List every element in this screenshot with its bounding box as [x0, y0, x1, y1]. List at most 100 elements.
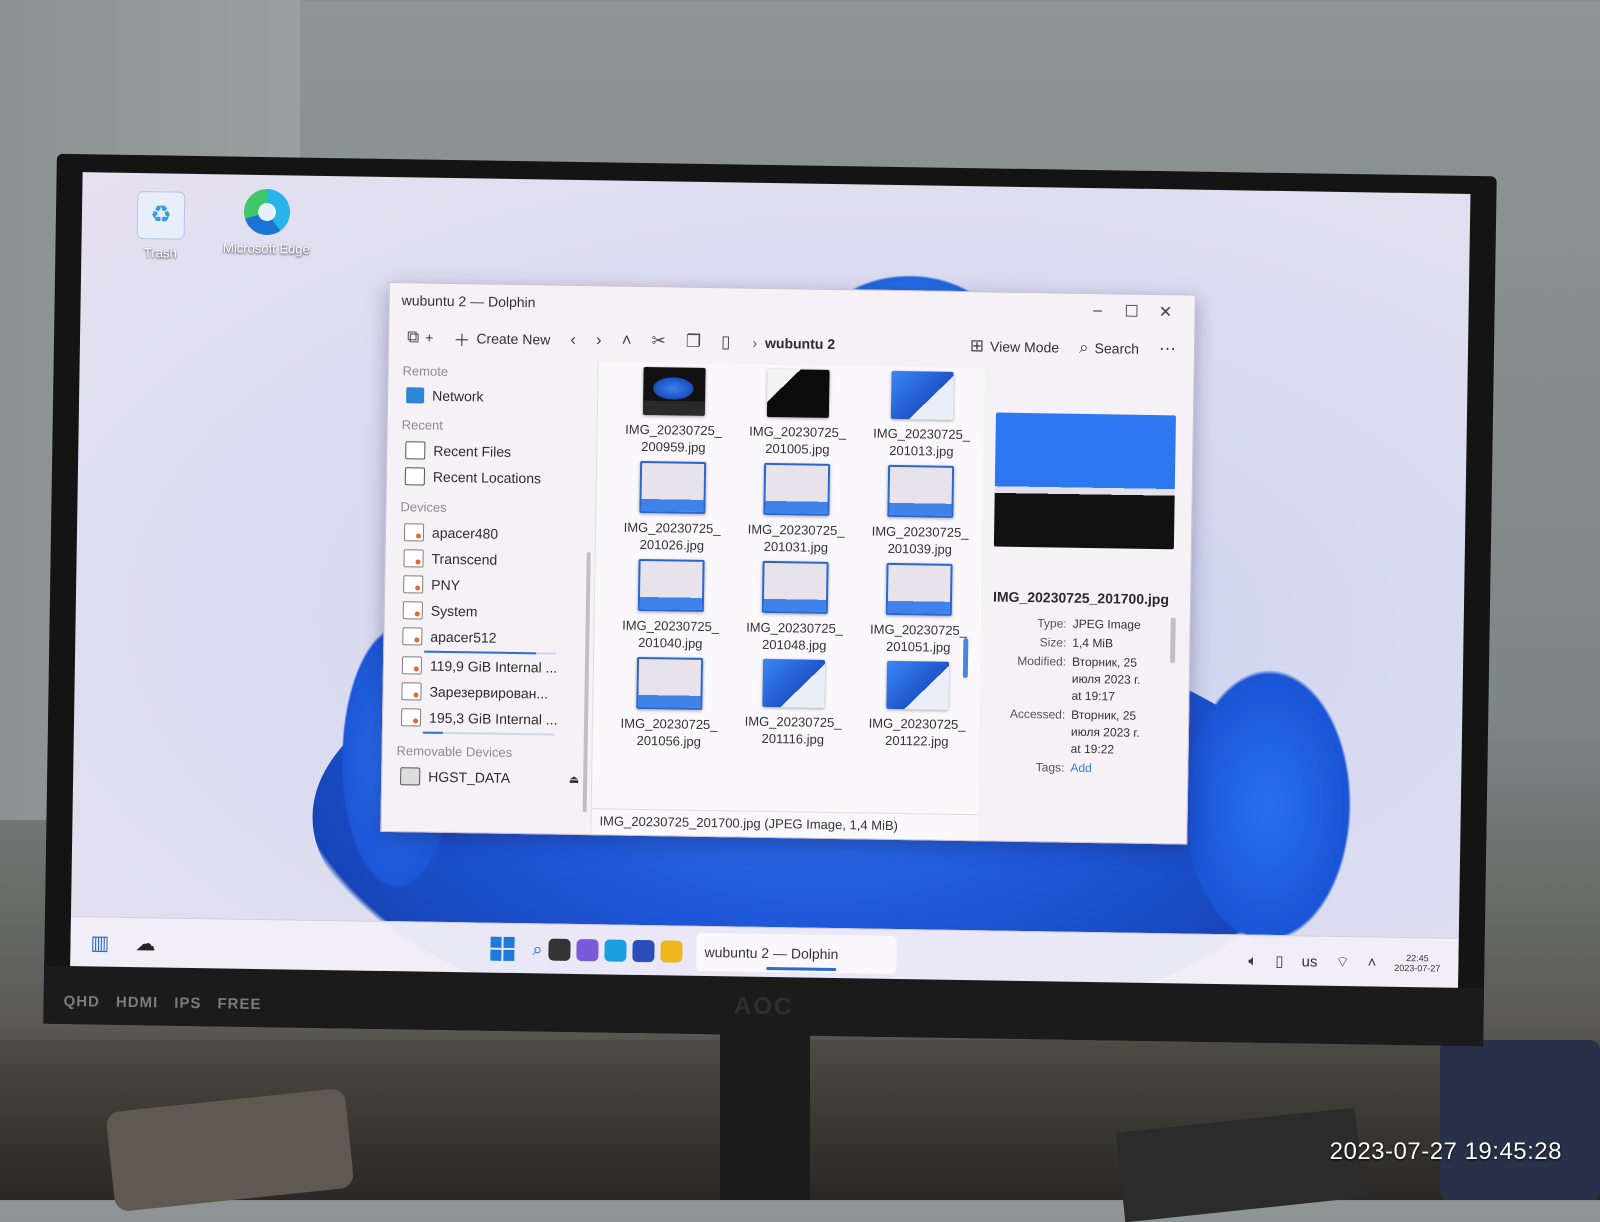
sidebar-item-network[interactable]: Network: [402, 383, 589, 410]
file-item[interactable]: IMG_20230725_ 201056.jpg: [607, 656, 732, 750]
edge-icon[interactable]: [604, 939, 627, 962]
drive-icon: [403, 549, 424, 568]
file-item[interactable]: IMG_20230725_ 200959.jpg: [611, 366, 736, 456]
new-tab-button[interactable]: ⧉ +: [399, 323, 442, 352]
file-name: 201040.jpg: [638, 634, 703, 651]
teams-icon[interactable]: [576, 939, 599, 962]
breadcrumb[interactable]: › wubuntu 2: [752, 335, 835, 352]
chevron-up-icon[interactable]: ˄: [1367, 954, 1376, 971]
copy-button[interactable]: ❐: [678, 328, 710, 356]
folder-icon[interactable]: [660, 940, 683, 963]
sidebar-item-recent-files[interactable]: Recent Files: [401, 437, 588, 466]
sidebar-item-recent-locations[interactable]: Recent Locations: [401, 463, 588, 492]
file-name: 201122.jpg: [885, 732, 949, 749]
file-item[interactable]: IMG_20230725_ 201039.jpg: [858, 464, 983, 558]
info-scrollbar[interactable]: [1170, 617, 1176, 664]
screen: Trash Microsoft Edge wubuntu 2 — Dolphin…: [70, 172, 1471, 989]
image-thumbnail: [886, 660, 950, 710]
search-icon[interactable]: ⌕: [532, 939, 542, 960]
file-name: IMG_20230725_: [747, 521, 845, 539]
more-button[interactable]: ⋯: [1151, 335, 1184, 364]
taskbar-active-window[interactable]: wubuntu 2 — Dolphin: [696, 932, 897, 975]
sidebar-item-device[interactable]: 119,9 GiB Internal ...: [398, 652, 585, 681]
sidebar-item-label: Recent Locations: [432, 468, 542, 487]
sidebar-item-label: Зарезервирован...: [429, 683, 549, 702]
sidebar-item-device[interactable]: System: [399, 597, 586, 626]
sidebar-item-label: 119,9 GiB Internal ...: [429, 657, 558, 676]
drive-icon: [402, 601, 423, 620]
sidebar-item-device[interactable]: Transcend: [399, 545, 586, 574]
sidebar-item-device[interactable]: apacer480: [400, 519, 587, 548]
new-window-icon: ⧉: [406, 327, 420, 347]
sidebar-item-device[interactable]: PNY: [399, 571, 586, 600]
meta-key: Size:: [1039, 635, 1067, 650]
minimize-button[interactable]: –: [1080, 302, 1114, 321]
file-view: IMG_20230725_ 200959.jpg IMG_20230725_ 2010…: [590, 362, 985, 841]
start-icon-tile: [490, 936, 502, 948]
file-item[interactable]: IMG_20230725_ 201048.jpg: [732, 560, 857, 654]
up-button[interactable]: ˄: [613, 327, 639, 355]
meta-value: JPEG Image: [1072, 616, 1141, 632]
add-tags-link[interactable]: Add: [1070, 760, 1150, 778]
breadcrumb-current[interactable]: wubuntu 2: [765, 335, 835, 352]
file-item[interactable]: IMG_20230725_ 201013.jpg: [859, 370, 984, 460]
cut-button[interactable]: ✂: [643, 327, 674, 355]
file-name: IMG_20230725_: [625, 421, 723, 439]
file-name: IMG_20230725_: [620, 715, 718, 733]
desktop-icon-trash[interactable]: Trash: [115, 191, 206, 261]
paste-button[interactable]: ▯: [713, 328, 739, 356]
file-item[interactable]: IMG_20230725_ 201040.jpg: [608, 558, 733, 652]
scissors-icon: ✂: [651, 331, 666, 351]
wifi-icon[interactable]: ⌔: [1335, 952, 1349, 971]
sidebar-item-removable[interactable]: HGST_DATA ⏏: [396, 763, 583, 792]
file-grid: IMG_20230725_ 200959.jpg IMG_20230725_ 2010…: [593, 362, 985, 754]
clock[interactable]: 22:45 2023-07-27: [1394, 953, 1440, 974]
start-button[interactable]: [490, 936, 515, 962]
image-thumbnail: [885, 562, 953, 616]
cloud-icon[interactable]: ☁: [135, 931, 155, 956]
sidebar-item-label: System: [430, 602, 478, 620]
image-thumbnail: [762, 658, 826, 708]
image-thumbnail: [642, 366, 706, 416]
maximize-button[interactable]: ☐: [1114, 301, 1148, 322]
clock-time: 22:45: [1406, 953, 1429, 964]
close-button[interactable]: ✕: [1148, 302, 1182, 323]
file-item[interactable]: IMG_20230725_ 201031.jpg: [734, 462, 859, 556]
keyboard-layout[interactable]: us: [1301, 953, 1317, 970]
usb-icon[interactable]: ▯: [1275, 952, 1284, 970]
back-button[interactable]: ‹: [562, 326, 584, 354]
sidebar-item-label: apacer480: [431, 524, 499, 542]
view-mode-button[interactable]: ⊞ View Mode: [962, 332, 1068, 362]
forward-button[interactable]: ›: [588, 326, 610, 354]
task-view-icon[interactable]: [548, 938, 571, 961]
store-icon[interactable]: [632, 939, 655, 963]
sidebar-item-device[interactable]: Зарезервирован...: [397, 678, 584, 707]
usb-drive-icon: [400, 767, 421, 786]
chevron-up-icon: ˄: [621, 330, 632, 350]
sidebar-item-device[interactable]: apacer512: [398, 623, 585, 652]
drive-icon: [403, 523, 425, 542]
create-new-button[interactable]: ＋ Create New: [445, 321, 558, 356]
volume-icon[interactable]: 🔈︎: [1248, 952, 1257, 969]
chevron-right-icon: ›: [595, 330, 602, 350]
taskbar-window-label: wubuntu 2 — Dolphin: [704, 944, 839, 963]
file-item[interactable]: IMG_20230725_ 201026.jpg: [610, 460, 735, 554]
search-button[interactable]: ⌕ Search: [1071, 334, 1147, 363]
sidebar-item-device[interactable]: 195,3 GiB Internal ...: [397, 704, 584, 733]
file-name: IMG_20230725_: [746, 619, 844, 637]
desktop-icon-label: Microsoft Edge: [222, 240, 310, 257]
desktop-icon-edge[interactable]: Microsoft Edge: [221, 188, 312, 257]
breadcrumb-separator-icon: ›: [752, 334, 758, 351]
file-view-scrollbar[interactable]: [962, 638, 969, 679]
file-name: 201116.jpg: [761, 730, 825, 747]
widgets-icon[interactable]: ▥: [90, 930, 109, 955]
file-item[interactable]: IMG_20230725_ 201122.jpg: [855, 660, 980, 754]
new-tab-label: +: [425, 329, 434, 346]
image-thumbnail: [639, 460, 707, 514]
eject-icon[interactable]: ⏏: [569, 772, 580, 785]
file-item[interactable]: IMG_20230725_ 201116.jpg: [731, 658, 856, 752]
image-thumbnail: [763, 462, 831, 516]
file-item[interactable]: IMG_20230725_ 201005.jpg: [735, 368, 860, 458]
window-body: Remote Network Recent Recent Files Recen…: [381, 359, 1193, 844]
sidebar-item-label: PNY: [431, 576, 461, 594]
